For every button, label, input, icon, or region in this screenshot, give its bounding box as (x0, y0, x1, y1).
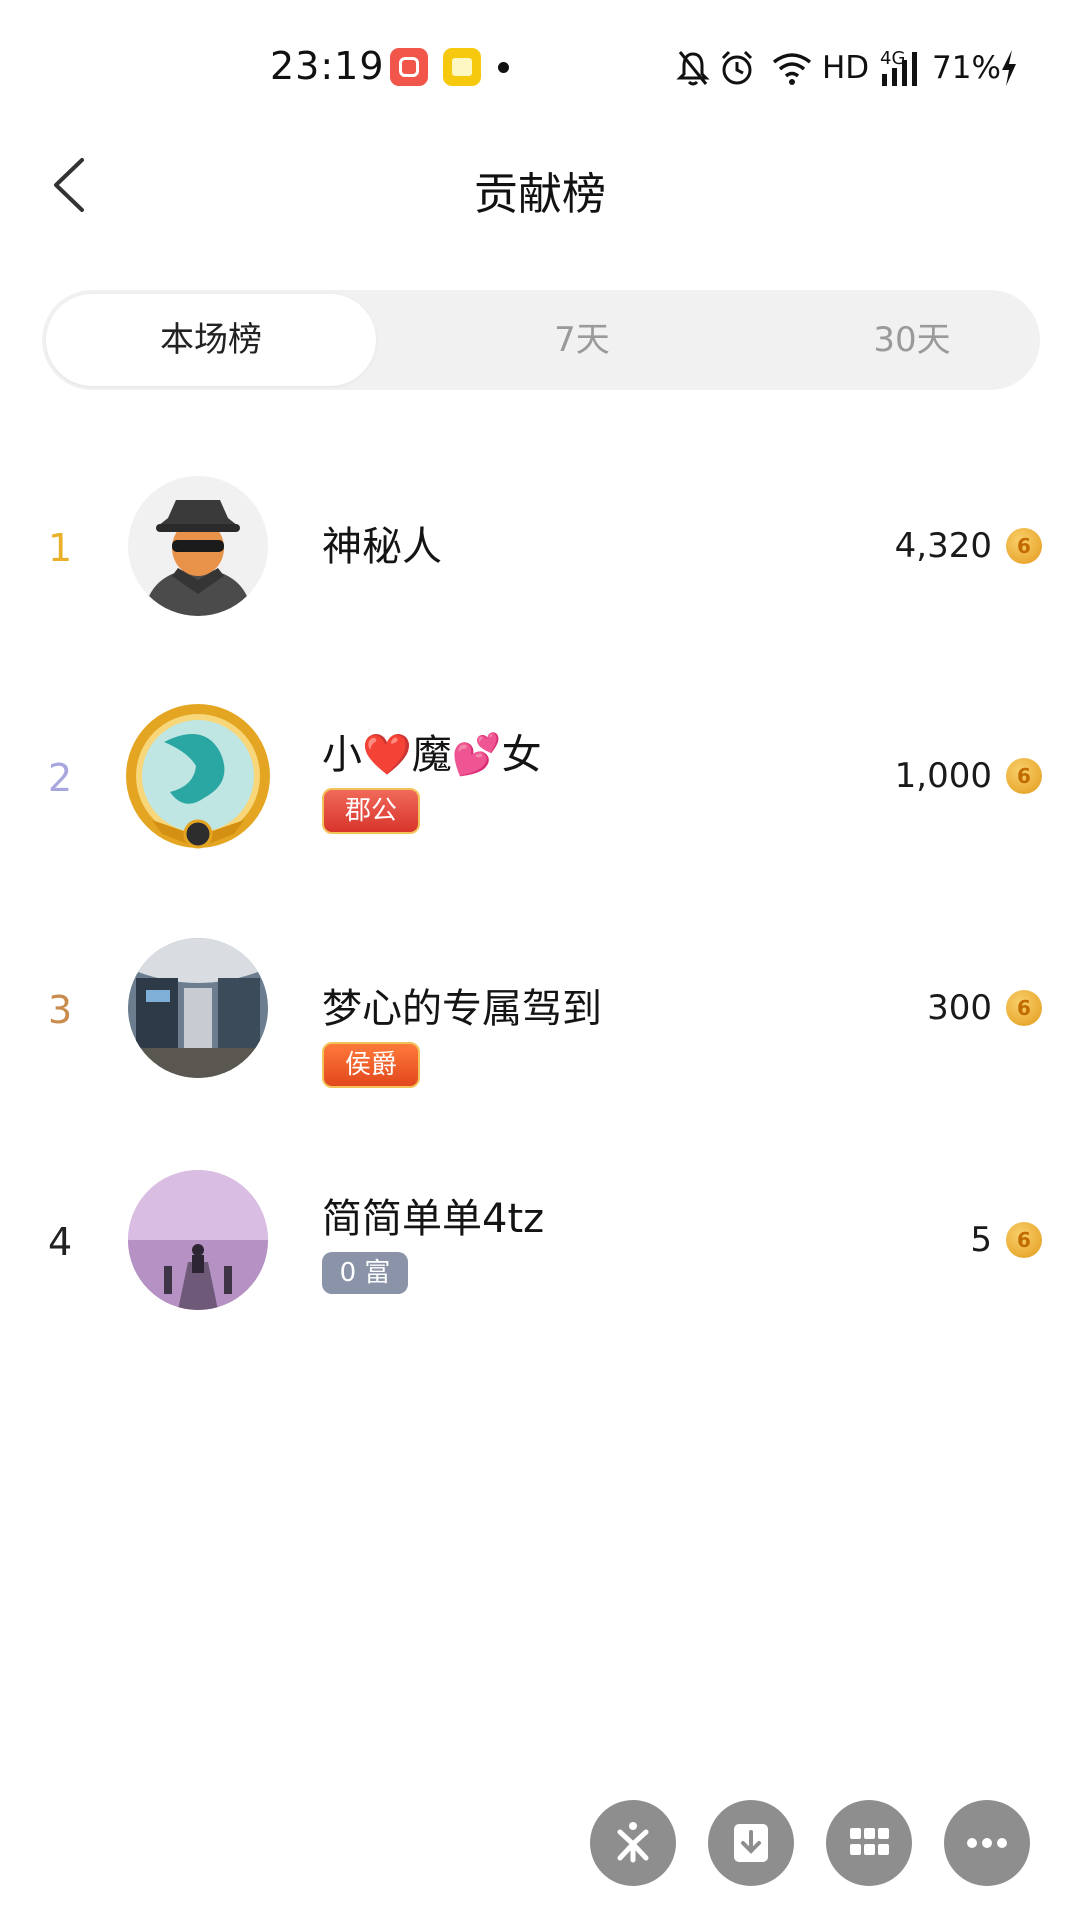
mute-bell-icon (676, 51, 710, 86)
user-name: 梦心的专属驾到 (322, 986, 602, 1032)
wifi-icon (772, 53, 812, 85)
avatar[interactable] (128, 1170, 268, 1310)
rank-number: 4 (48, 1220, 73, 1264)
coin-glyph: 6 (1017, 1228, 1031, 1252)
signal-icon (882, 52, 917, 86)
mystery-user-icon (128, 476, 268, 616)
tab-7-days[interactable]: 7天 (422, 290, 742, 390)
battery-percent: 71% (932, 50, 1001, 86)
contribution-score: 1,000 (894, 756, 992, 796)
rank-number: 3 (48, 988, 73, 1032)
user-name: 简简单单4tz (322, 1196, 545, 1242)
coin-glyph: 6 (1017, 534, 1031, 558)
share-icon (617, 1822, 649, 1863)
status-bar: 23:19 HD 4G 71% (0, 0, 1080, 140)
alarm-icon (721, 50, 753, 85)
rank-title-badge: 郡公 (322, 788, 420, 834)
grid-button[interactable] (826, 1800, 912, 1886)
coin-icon: 6 (1006, 758, 1042, 794)
more-button[interactable] (944, 1800, 1030, 1886)
rank-number: 1 (48, 526, 73, 570)
leaderboard-row[interactable]: 1 神秘人 4,320 6 (0, 440, 1080, 640)
share-button[interactable] (590, 1800, 676, 1886)
hd-indicator: HD (822, 50, 870, 86)
avatar[interactable] (128, 476, 268, 616)
coin-icon: 6 (1006, 528, 1042, 564)
coin-glyph: 6 (1017, 996, 1031, 1020)
tab-30-days[interactable]: 30天 (752, 290, 1072, 390)
contribution-score: 300 (927, 988, 992, 1028)
avatar-frame-icon (126, 704, 270, 849)
status-time: 23:19 (270, 44, 385, 88)
download-icon (734, 1824, 768, 1862)
charging-icon (1002, 50, 1016, 86)
coin-glyph: 6 (1017, 764, 1031, 788)
rank-number: 2 (48, 756, 73, 800)
avatar[interactable] (128, 938, 268, 1078)
lake-photo-icon (128, 1170, 268, 1310)
period-tabs: 本场榜 7天 30天 (42, 290, 1040, 390)
leaderboard-row[interactable]: 3 梦心的专属驾到 侯爵 300 6 (0, 902, 1080, 1102)
contribution-score: 5 (970, 1220, 992, 1260)
user-name: 神秘人 (322, 524, 442, 570)
avatar[interactable] (124, 702, 272, 850)
app-notification-icon-2 (443, 48, 481, 86)
leaderboard-row[interactable]: 2 小❤️魔💕女 郡公 1,000 6 (0, 670, 1080, 870)
user-name: 小❤️魔💕女 (322, 732, 542, 778)
mall-photo-icon (128, 938, 268, 1078)
download-button[interactable] (708, 1800, 794, 1886)
page-title: 贡献榜 (474, 169, 606, 220)
app-notification-icon (390, 48, 428, 86)
rank-title-badge: 侯爵 (322, 1042, 420, 1088)
tab-current-session[interactable]: 本场榜 (46, 294, 376, 386)
wealth-level-badge: 0 富 (322, 1252, 408, 1294)
leaderboard-row[interactable]: 4 简简单单4tz 0 富 5 6 (0, 1134, 1080, 1334)
grid-icon (850, 1828, 889, 1855)
coin-icon: 6 (1006, 990, 1042, 1026)
more-notifications-dot (498, 62, 509, 73)
coin-icon: 6 (1006, 1222, 1042, 1258)
contribution-score: 4,320 (894, 526, 992, 566)
more-icon (967, 1838, 1007, 1848)
